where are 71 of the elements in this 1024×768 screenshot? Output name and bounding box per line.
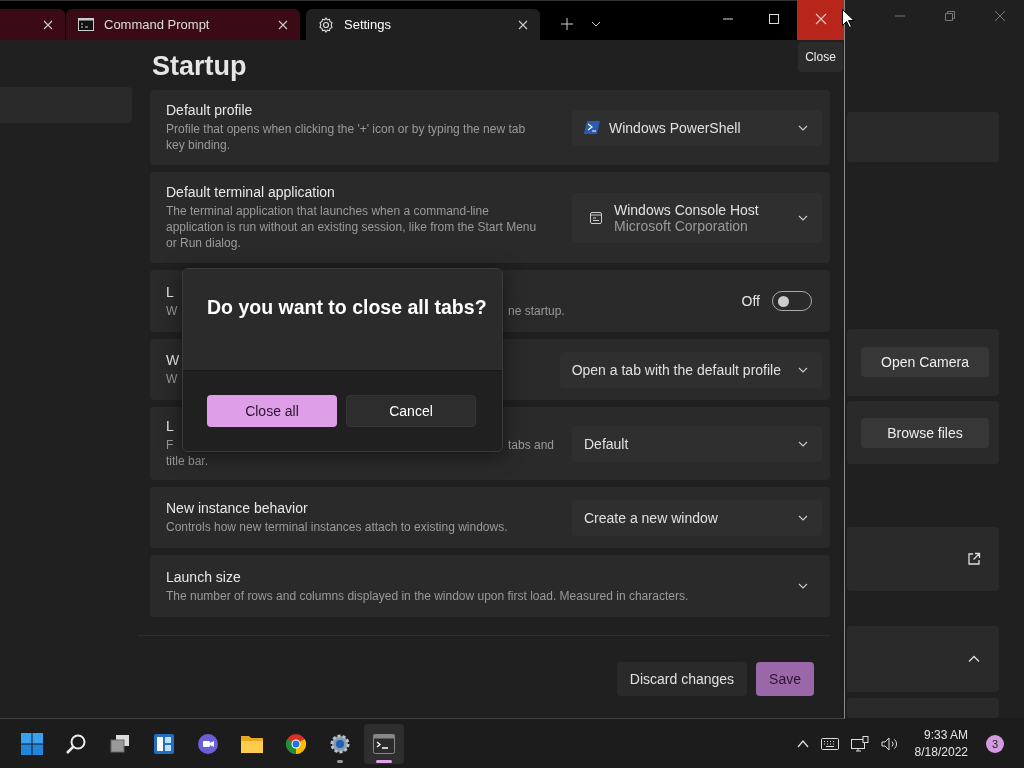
setting-description: title bar. <box>166 453 209 469</box>
dropdown[interactable]: Default <box>572 425 822 462</box>
task-view-icon <box>109 732 131 755</box>
dropdown[interactable]: Windows Console Host Microsoft Corporation <box>572 192 822 243</box>
tab[interactable]: Command Prompt <box>66 9 300 40</box>
save-button[interactable]: Save <box>756 662 814 696</box>
setting-description: W <box>166 302 178 319</box>
keyboard-icon[interactable] <box>820 737 839 750</box>
setting-title: Default profile <box>166 102 254 118</box>
setting-description: Controls how new terminal instances attach to existing windows. <box>166 519 509 535</box>
widgets-icon <box>153 732 175 755</box>
setting-title: Launch size <box>166 568 242 585</box>
setting-description: The terminal application that launches when a command-line application is run without an existing session, like from the Start Menu or Run dialog. <box>166 203 538 251</box>
cursor-icon <box>842 9 854 28</box>
search-icon <box>65 732 87 755</box>
dropdown[interactable]: Windows PowerShell <box>572 109 822 146</box>
network-icon[interactable] <box>850 735 869 752</box>
notification-badge[interactable]: 3 <box>986 734 1004 753</box>
setting-description: tabs and <box>508 437 555 453</box>
console-icon <box>590 211 602 224</box>
setting-title: W <box>166 352 181 368</box>
dropdown[interactable]: Open a tab with the default profile <box>559 351 822 388</box>
restore-icon[interactable] <box>944 9 956 22</box>
chevron-down-icon <box>798 514 808 521</box>
console-icon <box>78 18 94 31</box>
dialog-title: Do you want to close all tabs? <box>207 296 488 319</box>
dropdown[interactable]: Create a new window <box>572 499 822 536</box>
setting-description: W <box>166 371 178 387</box>
close-icon <box>814 12 827 25</box>
dropdown-icon[interactable] <box>591 21 601 27</box>
card-button[interactable]: Browse files <box>861 417 989 448</box>
tooltip: Close <box>798 42 843 72</box>
toggle-state-label: Off <box>741 293 760 309</box>
time-text: 9:33 AM <box>923 726 968 744</box>
terminal-app-button[interactable] <box>364 723 404 764</box>
terminal-icon <box>373 733 395 754</box>
cancel-button[interactable]: Cancel <box>346 395 476 427</box>
gear-icon <box>329 732 351 755</box>
chevron-icon[interactable] <box>798 583 808 589</box>
video-chat-icon <box>197 732 219 755</box>
powershell-icon <box>584 121 600 134</box>
chevron-up-icon[interactable] <box>796 739 809 748</box>
setting-title: New instance behavior <box>166 500 309 516</box>
card-button[interactable]: Open Camera <box>861 347 989 378</box>
chevron-down-icon <box>798 440 808 447</box>
date-text: 8/18/2022 <box>914 743 968 761</box>
chevron-down-icon <box>798 124 808 131</box>
volume-icon[interactable] <box>880 736 899 751</box>
close-icon[interactable] <box>518 19 528 30</box>
external-link-icon[interactable] <box>967 552 981 567</box>
setting-title: Default terminal application <box>166 184 336 200</box>
clock[interactable]: 9:33 AM 8/18/2022 <box>914 726 968 761</box>
settings-icon <box>318 16 334 33</box>
windows-logo-icon <box>21 732 43 755</box>
setting-title: L <box>166 283 175 300</box>
setting-description: Profile that opens when clicking the '+' icon or by typing the new tab key binding. <box>166 121 527 153</box>
setting-description: F <box>166 437 174 453</box>
close-icon[interactable] <box>278 19 288 30</box>
discard-button[interactable]: Discard changes <box>616 662 748 696</box>
chevron-down-icon <box>798 214 808 221</box>
browser-icon <box>285 732 307 755</box>
setting-description: The number of rows and columns displayed in the window upon first load. Measured in characters. <box>166 587 690 604</box>
close-icon[interactable] <box>43 19 53 30</box>
new-tab-icon[interactable] <box>561 18 573 30</box>
confirm-button[interactable]: Close all <box>207 395 337 427</box>
page-title: Startup <box>152 50 247 82</box>
maximize-icon <box>769 13 779 24</box>
tab[interactable]: Settings <box>306 9 540 40</box>
chevron-down-icon <box>798 366 808 373</box>
setting-description: ne startup. <box>508 302 565 319</box>
setting-title: L <box>166 418 175 434</box>
